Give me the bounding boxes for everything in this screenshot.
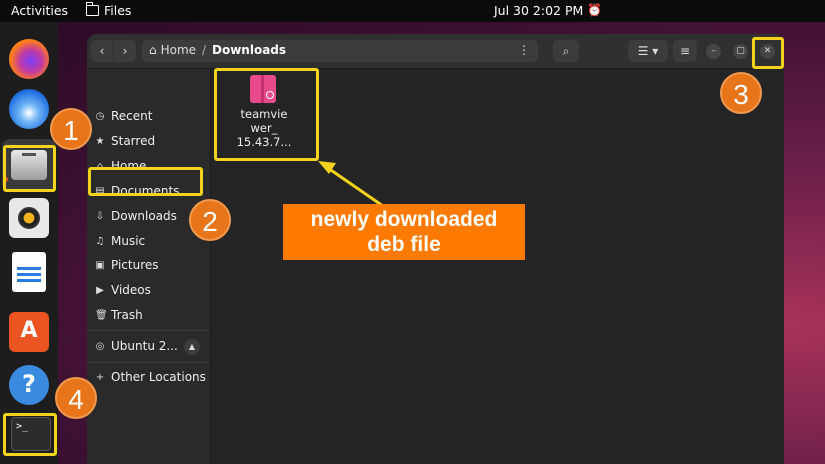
minimize-button[interactable]: – [706, 44, 721, 59]
sidebar-item-trash[interactable]: 🗑 Trash [95, 305, 143, 325]
rhythmbox-icon[interactable] [9, 198, 49, 238]
sidebar-item-videos[interactable]: ▶ Videos [95, 280, 151, 300]
callout-line: newly downloaded [310, 208, 498, 231]
sidebar-item-drive[interactable]: ◎ Ubuntu 2... [95, 336, 178, 356]
main-menu-button[interactable]: ≡ [673, 40, 697, 62]
maximize-button[interactable]: ▢ [733, 44, 748, 59]
sidebar-item-downloads[interactable]: ⇩ Downloads [95, 206, 177, 226]
step-badge-3: 3 [720, 72, 762, 114]
sidebar-item-label: Recent [111, 109, 153, 123]
thunderbird-icon[interactable] [9, 89, 49, 129]
trash-icon: 🗑 [95, 309, 108, 321]
path-bar: ⌂ Home / Downloads ⋮ [142, 40, 538, 62]
sidebar-item-recent[interactable]: ◷ Recent [95, 106, 153, 126]
ubuntu-software-icon[interactable]: A [9, 312, 49, 352]
sidebar-item-starred[interactable]: ★ Starred [95, 131, 156, 151]
dock: A ? >_ [0, 22, 58, 464]
sidebar-item-other-locations[interactable]: + Other Locations [95, 367, 206, 387]
step-badge-2: 2 [189, 199, 231, 241]
firefox-icon[interactable] [9, 39, 49, 79]
sidebar-item-label: Downloads [111, 209, 177, 223]
path-home-label: Home [160, 43, 197, 57]
picture-icon: ▣ [95, 259, 105, 271]
sidebar: ◷ Recent ★ Starred ⌂ Home ▤ Documents ⇩ … [87, 69, 211, 464]
clock-icon: ◷ [95, 110, 105, 122]
activities-button[interactable]: Activities [11, 3, 68, 18]
help-icon[interactable]: ? [9, 365, 49, 405]
callout-line: deb file [367, 233, 441, 256]
highlight-close-button [752, 37, 784, 69]
clock[interactable]: Jul 30 2:02 PM [494, 3, 583, 18]
highlight-deb-file [214, 68, 319, 161]
highlight-downloads [88, 167, 203, 196]
header-bar: ‹ › ⌂ Home / Downloads ⋮ ⌕ ☰ ▾ ≡ – ▢ ✕ [87, 34, 784, 69]
top-bar: Activities Files Jul 30 2:02 PM ⏰ [0, 0, 825, 22]
drive-icon: ◎ [95, 340, 105, 352]
path-home-button[interactable]: ⌂ Home [149, 43, 196, 57]
alarm-icon[interactable]: ⏰ [587, 3, 602, 17]
sidebar-item-label: Starred [111, 134, 156, 148]
highlight-terminal [3, 413, 57, 456]
app-menu[interactable]: Files [85, 2, 132, 18]
download-icon: ⇩ [95, 210, 105, 222]
callout-box: newly downloaded deb file [283, 204, 525, 260]
libreoffice-writer-icon[interactable] [12, 252, 46, 292]
sidebar-item-label: Music [111, 234, 146, 248]
path-current-folder[interactable]: Downloads [212, 43, 286, 57]
plus-icon: + [95, 371, 105, 383]
eject-icon[interactable]: ▲ [184, 339, 200, 355]
app-menu-label: Files [104, 3, 132, 18]
sidebar-item-label: Other Locations [111, 370, 206, 384]
search-button[interactable]: ⌕ [553, 40, 579, 62]
sidebar-item-label: Pictures [111, 258, 159, 272]
sidebar-item-music[interactable]: ♫ Music [95, 231, 146, 251]
video-icon: ▶ [96, 284, 104, 296]
sidebar-item-label: Ubuntu 2... [111, 339, 178, 353]
music-icon: ♫ [95, 235, 105, 247]
back-button[interactable]: ‹ [91, 40, 113, 62]
forward-button[interactable]: › [114, 40, 136, 62]
home-icon: ⌂ [149, 43, 157, 57]
kebab-menu-icon[interactable]: ⋮ [516, 43, 532, 57]
sidebar-item-pictures[interactable]: ▣ Pictures [95, 255, 159, 275]
path-separator: / [202, 43, 207, 57]
sidebar-divider [87, 362, 210, 363]
view-options-button[interactable]: ☰ ▾ [628, 40, 668, 62]
highlight-files-app [3, 145, 56, 192]
sidebar-item-label: Videos [111, 283, 151, 297]
folder-icon [85, 2, 99, 16]
star-icon: ★ [95, 135, 105, 147]
step-badge-1: 1 [50, 108, 92, 150]
step-badge-4: 4 [55, 377, 97, 419]
sidebar-item-label: Trash [111, 308, 143, 322]
sidebar-divider [87, 330, 210, 331]
